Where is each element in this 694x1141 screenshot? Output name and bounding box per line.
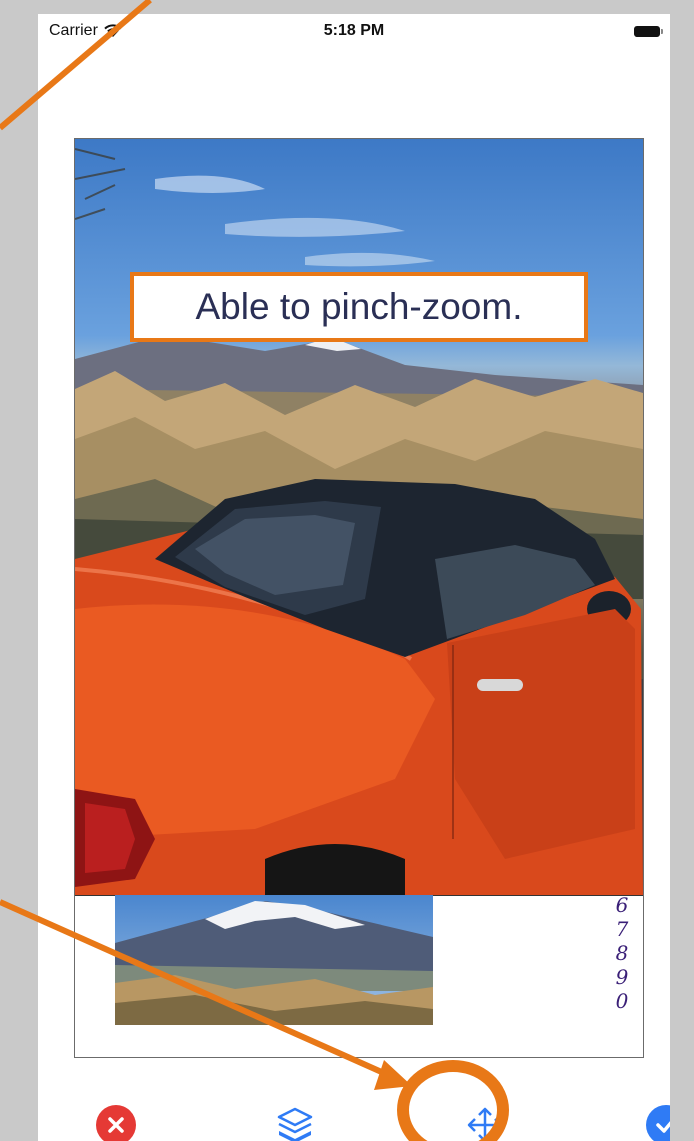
layers-icon	[277, 1107, 313, 1141]
status-bar: Carrier 5:18 PM	[38, 14, 670, 54]
confirm-button[interactable]	[646, 1105, 670, 1141]
layers-button[interactable]	[275, 1105, 315, 1141]
status-time: 5:18 PM	[323, 22, 385, 39]
car-landscape-image	[75, 148, 643, 895]
digit-text: 8	[615, 941, 629, 965]
move-arrows-icon	[467, 1107, 503, 1141]
move-button[interactable]	[465, 1105, 505, 1141]
mount-fuji-image	[115, 895, 433, 1025]
handwritten-digits[interactable]: 6 7 8 9 0	[609, 893, 635, 1013]
app-screen: Carrier 5:18 PM 6 7 8 9 0	[38, 14, 670, 1141]
digit-text: 6	[615, 893, 629, 917]
battery-icon	[634, 26, 663, 37]
digit-text: 9	[615, 965, 629, 989]
cancel-button[interactable]	[96, 1105, 136, 1141]
pinch-zoom-callout: Able to pinch-zoom.	[130, 272, 588, 342]
digit-text: 0	[615, 989, 629, 1013]
close-icon	[96, 1105, 136, 1141]
secondary-photo[interactable]	[115, 895, 433, 1025]
checkmark-icon	[646, 1105, 670, 1141]
main-photo[interactable]	[75, 139, 643, 896]
digit-text: 7	[615, 917, 629, 941]
